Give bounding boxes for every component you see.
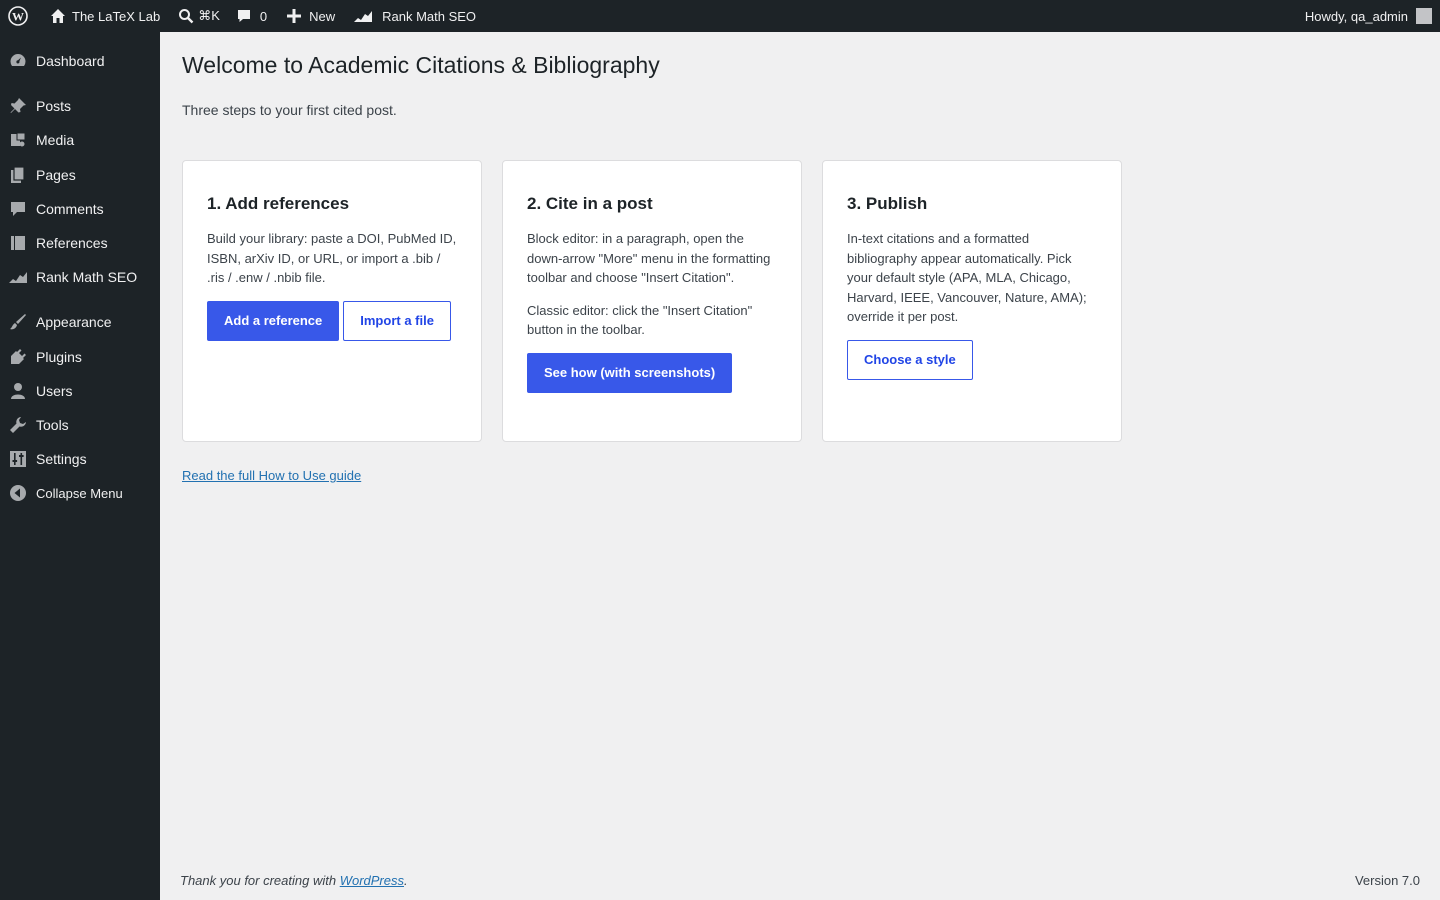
footer-thanks: Thank you for creating with WordPress. [180, 873, 408, 888]
plug-icon [0, 348, 36, 366]
step-card-cite-in-post: 2. Cite in a post Block editor: in a par… [502, 160, 802, 442]
collapse-menu-button[interactable]: Collapse Menu [0, 476, 160, 510]
card-text: Classic editor: click the "Insert Citati… [527, 302, 753, 338]
pin-icon [0, 97, 36, 115]
sidebar-item-label: References [36, 235, 108, 251]
card-actions: Choose a style [847, 339, 1097, 380]
import-file-button[interactable]: Import a file [343, 300, 451, 341]
card-text: Block editor: in a paragraph, open the d… [527, 231, 771, 285]
card-heading: 2. Cite in a post [527, 194, 653, 213]
page-title: Welcome to Academic Citations & Bibliogr… [182, 52, 660, 78]
sidebar-item-label: Appearance [36, 314, 112, 330]
footer-thanks-prefix: Thank you for creating with [180, 873, 340, 888]
rankmath-icon [0, 269, 36, 285]
howdy-text: Howdy, qa_admin [1304, 8, 1408, 24]
sidebar-item-label: Tools [36, 417, 69, 433]
sidebar-item-posts[interactable]: Posts [0, 89, 160, 123]
sidebar-item-label: Comments [36, 201, 104, 217]
sidebar-item-label: Settings [36, 451, 87, 467]
search-shortcut: ⌘K [198, 8, 220, 23]
brush-icon [0, 313, 36, 331]
wordpress-logo-button[interactable]: W [0, 0, 36, 32]
search-button[interactable]: ⌘K [168, 0, 228, 32]
comment-icon [0, 200, 36, 218]
rankmath-menu-button[interactable]: Rank Math SEO [343, 0, 484, 32]
sidebar-item-references[interactable]: References [0, 226, 160, 260]
add-reference-button[interactable]: Add a reference [207, 300, 340, 341]
sidebar-item-tools[interactable]: Tools [0, 408, 160, 442]
dashboard-icon [0, 52, 36, 70]
sliders-icon [0, 450, 36, 468]
media-icon [0, 131, 36, 149]
avatar [1416, 8, 1432, 24]
card-text: In-text citations and a formatted biblio… [847, 231, 1087, 324]
user-icon [0, 382, 36, 400]
site-name-link[interactable]: The LaTeX Lab [36, 0, 168, 32]
sidebar-item-appearance[interactable]: Appearance [0, 305, 160, 339]
wordpress-logo-icon: W [8, 6, 28, 26]
card-text: Build your library: paste a DOI, PubMed … [207, 231, 457, 285]
sidebar-item-users[interactable]: Users [0, 374, 160, 408]
collapse-menu-label: Collapse Menu [36, 485, 123, 501]
wordpress-link[interactable]: WordPress [340, 873, 404, 888]
comment-icon [237, 10, 250, 22]
collapse-arrow-icon [0, 484, 36, 502]
footer-thanks-suffix: . [404, 873, 408, 888]
card-heading: 3. Publish [847, 194, 928, 213]
home-icon [51, 9, 65, 23]
book-icon [0, 234, 36, 252]
step-card-add-references: 1. Add references Build your library: pa… [182, 160, 482, 442]
choose-style-button[interactable]: Choose a style [847, 339, 973, 380]
sidebar-item-label: Rank Math SEO [36, 269, 138, 285]
step-card-publish: 3. Publish In-text citations and a forma… [822, 160, 1122, 442]
sidebar-item-rankmath[interactable]: Rank Math SEO [0, 260, 160, 294]
my-account-button[interactable]: Howdy, qa_admin [1297, 0, 1440, 32]
sidebar-item-label: Dashboard [36, 53, 105, 69]
comments-count: 0 [259, 8, 268, 24]
sidebar-item-settings[interactable]: Settings [0, 442, 160, 476]
new-content-button[interactable]: New [275, 0, 343, 32]
sidebar-item-pages[interactable]: Pages [0, 158, 160, 192]
sidebar-item-label: Pages [36, 167, 76, 183]
sidebar-item-media[interactable]: Media [0, 123, 160, 157]
card-actions: Add a reference Import a file [207, 300, 457, 341]
sidebar-item-label: Users [36, 383, 73, 399]
wrench-icon [0, 416, 36, 434]
card-heading: 1. Add references [207, 194, 350, 213]
sidebar-item-dashboard[interactable]: Dashboard [0, 44, 160, 78]
sidebar-item-label: Plugins [36, 349, 82, 365]
how-to-use-guide-link[interactable]: Read the full How to Use guide [182, 468, 361, 483]
sidebar-item-comments[interactable]: Comments [0, 192, 160, 226]
card-actions: See how (with screenshots) [527, 352, 777, 393]
plus-icon [287, 9, 302, 23]
intro-text: Three steps to your first cited post. [182, 102, 397, 118]
see-how-button[interactable]: See how (with screenshots) [527, 352, 733, 393]
admin-bar: W The LaTeX Lab ⌘K 0 New Rank Math SEO H… [0, 0, 1440, 32]
rankmath-icon [354, 11, 373, 22]
main-content: Welcome to Academic Citations & Bibliogr… [160, 32, 1440, 900]
sidebar-item-label: Media [36, 132, 75, 148]
footer-version: Version 7.0 [1354, 873, 1420, 888]
sidebar-item-label: Posts [36, 98, 72, 114]
pages-icon [0, 166, 36, 184]
site-name: The LaTeX Lab [72, 8, 161, 24]
svg-text:W: W [12, 10, 24, 24]
admin-sidebar: Dashboard Posts Media Pages Comments Ref… [0, 32, 160, 900]
sidebar-item-plugins[interactable]: Plugins [0, 340, 160, 374]
new-label: New [309, 8, 336, 24]
rankmath-label: Rank Math SEO [382, 8, 477, 24]
search-icon [179, 9, 194, 24]
comments-button[interactable]: 0 [228, 0, 275, 32]
